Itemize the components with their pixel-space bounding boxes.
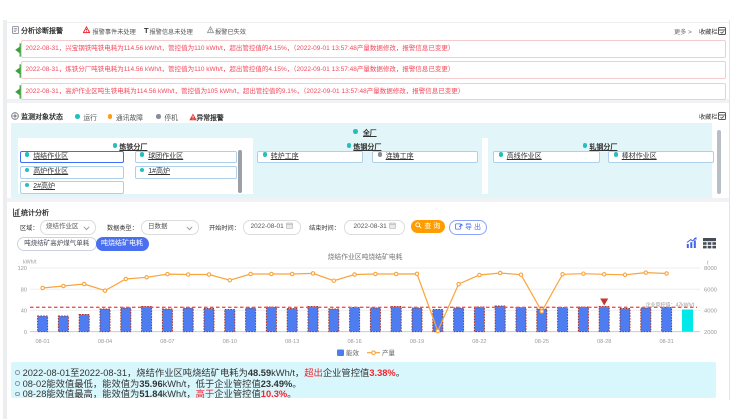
svg-text:08-10: 08-10 [223,339,237,345]
svg-text:08-28: 08-28 [597,339,611,345]
svg-text:80: 80 [21,287,27,293]
svg-text:08-07: 08-07 [160,339,174,345]
svg-text:2000: 2000 [704,330,717,336]
svg-text:kWh/t: kWh/t [23,260,37,266]
svg-text:08-19: 08-19 [410,339,424,345]
svg-text:120: 120 [18,266,27,272]
svg-text:产量: 产量 [382,348,396,357]
svg-text:4000: 4000 [704,309,717,315]
svg-text:40: 40 [21,309,27,315]
svg-text:0: 0 [24,330,27,336]
svg-text:08-25: 08-25 [535,339,549,345]
svg-text:能效: 能效 [346,348,360,357]
svg-text:6000: 6000 [704,287,717,293]
svg-text:08-01: 08-01 [35,339,49,345]
svg-text:08-13: 08-13 [285,339,299,345]
svg-text:08-31: 08-31 [659,339,673,345]
svg-text:企业管控值：47kWh/t: 企业管控值：47kWh/t [646,302,695,309]
svg-text:08-04: 08-04 [98,339,112,345]
svg-text:8000: 8000 [704,266,717,272]
svg-text:08-16: 08-16 [347,339,361,345]
svg-text:08-22: 08-22 [472,339,486,345]
